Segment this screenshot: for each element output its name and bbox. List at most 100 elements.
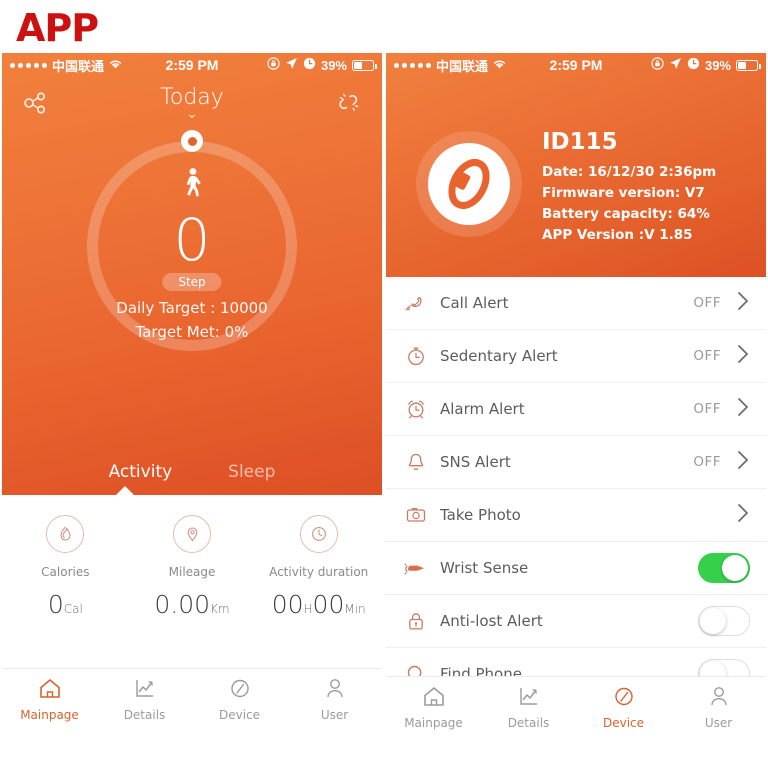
stat-mileage: Mileage 0.00Km bbox=[129, 515, 256, 619]
battery-icon bbox=[736, 59, 761, 71]
signal-dots-icon bbox=[394, 62, 431, 68]
setting-row-wrist-sense[interactable]: Wrist Sense bbox=[386, 542, 766, 595]
tab-sleep[interactable]: Sleep bbox=[228, 462, 275, 482]
setting-label: SNS Alert bbox=[440, 453, 511, 471]
device-app-version: APP Version :V 1.85 bbox=[542, 227, 693, 243]
nav-details[interactable]: Details bbox=[97, 669, 192, 730]
chevron-right-icon[interactable] bbox=[737, 450, 750, 475]
device-firmware: Firmware version: V7 bbox=[542, 185, 705, 201]
compass-icon bbox=[228, 677, 252, 703]
home-icon bbox=[38, 677, 62, 703]
compass-icon bbox=[612, 685, 636, 711]
nav-label-device: Device bbox=[602, 716, 645, 730]
nav-user[interactable]: User bbox=[671, 677, 766, 738]
left-phone-screen: 中国联通 2:59 PM 39% Today ⌄ 0 Step Daily Ta… bbox=[2, 53, 382, 768]
camera-icon bbox=[400, 504, 432, 526]
step-unit-pill: Step bbox=[162, 273, 222, 291]
battery-percent-label: 39% bbox=[320, 57, 347, 73]
wrist-hand-icon bbox=[400, 557, 432, 579]
lock-icon bbox=[400, 610, 432, 632]
activity-hero: 中国联通 2:59 PM 39% Today ⌄ 0 Step Daily Ta… bbox=[2, 53, 382, 496]
setting-value: OFF bbox=[693, 401, 721, 417]
chevron-right-icon[interactable] bbox=[737, 503, 750, 528]
setting-row-alarm-alert[interactable]: Alarm Alert OFF bbox=[386, 383, 766, 436]
nav-details[interactable]: Details bbox=[481, 677, 576, 738]
chart-icon bbox=[517, 685, 541, 711]
pin-icon bbox=[173, 515, 211, 553]
right-phone-screen: 中国联通 2:59 PM 39% ID115 Date: 16/12/30 2:… bbox=[386, 53, 766, 768]
home-icon bbox=[422, 685, 446, 711]
chevron-down-icon[interactable]: ⌄ bbox=[2, 107, 382, 120]
nav-mainpage[interactable]: Mainpage bbox=[2, 669, 97, 730]
carrier-label: 中国联通 bbox=[52, 59, 105, 75]
right-bottom-nav: Mainpage Details Device User bbox=[386, 676, 766, 738]
clock-icon bbox=[299, 515, 338, 553]
tab-activity[interactable]: Activity bbox=[109, 462, 173, 482]
battery-icon bbox=[352, 59, 377, 71]
toggle-wrist-sense[interactable] bbox=[698, 553, 750, 583]
nav-device[interactable]: Device bbox=[192, 669, 287, 730]
location-arrow-icon bbox=[285, 57, 298, 73]
device-info: ID115 Date: 16/12/30 2:36pm Firmware ver… bbox=[542, 129, 716, 246]
device-date: Date: 16/12/30 2:36pm bbox=[542, 164, 717, 180]
setting-label: Anti-lost Alert bbox=[440, 612, 543, 630]
toggle-anti-lost-alert[interactable] bbox=[698, 606, 750, 636]
nav-user[interactable]: User bbox=[287, 669, 382, 730]
activity-stats: Calories 0Cal Mileage 0.00Km Activity du… bbox=[2, 495, 382, 619]
nav-label-user: User bbox=[320, 708, 349, 722]
stopwatch-icon bbox=[400, 345, 432, 367]
page-title: APP bbox=[16, 6, 99, 50]
battery-percent-label: 39% bbox=[704, 57, 731, 73]
setting-label: Sedentary Alert bbox=[440, 347, 558, 365]
daily-target-label: Daily Target : 10000 bbox=[116, 299, 268, 317]
device-avatar bbox=[416, 131, 522, 237]
progress-ring-marker bbox=[181, 130, 203, 152]
setting-row-anti-lost-alert[interactable]: Anti-lost Alert bbox=[386, 595, 766, 648]
stat-activity-duration: Activity duration 00H00Min bbox=[255, 515, 382, 619]
setting-row-call-alert[interactable]: Call Alert OFF bbox=[386, 277, 766, 330]
carrier-label: 中国联通 bbox=[436, 59, 489, 75]
setting-row-take-photo[interactable]: Take Photo bbox=[386, 489, 766, 542]
chevron-right-icon[interactable] bbox=[737, 344, 750, 369]
setting-value: OFF bbox=[693, 454, 721, 470]
alarm-clock-icon bbox=[400, 398, 432, 420]
rotation-lock-icon bbox=[651, 57, 664, 73]
tab-active-indicator bbox=[115, 486, 135, 496]
stat-label-calories: Calories bbox=[41, 565, 90, 579]
stat-label-duration: Activity duration bbox=[269, 565, 369, 579]
nav-label-mainpage: Mainpage bbox=[20, 708, 79, 722]
fitness-band-icon bbox=[428, 143, 510, 225]
nav-device[interactable]: Device bbox=[576, 677, 671, 738]
setting-row-sedentary-alert[interactable]: Sedentary Alert OFF bbox=[386, 330, 766, 383]
chevron-right-icon[interactable] bbox=[737, 397, 750, 422]
setting-label: Call Alert bbox=[440, 294, 509, 312]
activity-sleep-tabs: Activity Sleep bbox=[2, 449, 382, 496]
nav-label-device: Device bbox=[218, 708, 261, 722]
stat-calories: Calories 0Cal bbox=[2, 515, 129, 619]
nav-mainpage[interactable]: Mainpage bbox=[386, 677, 481, 738]
status-bar-left: 中国联通 2:59 PM 39% bbox=[2, 53, 382, 77]
device-settings-list: Call Alert OFF Sedentary Alert OFF Alarm… bbox=[386, 277, 766, 701]
nav-label-user: User bbox=[704, 716, 733, 730]
chart-icon bbox=[133, 677, 157, 703]
setting-label: Wrist Sense bbox=[440, 559, 529, 577]
walking-person-icon bbox=[179, 167, 205, 206]
setting-row-sns-alert[interactable]: SNS Alert OFF bbox=[386, 436, 766, 489]
bell-icon bbox=[400, 451, 432, 473]
target-met-label: Target Met: 0% bbox=[135, 323, 249, 341]
location-arrow-icon bbox=[669, 57, 682, 73]
step-count-value: 0 bbox=[173, 206, 211, 274]
setting-value: OFF bbox=[693, 348, 721, 364]
device-name: ID115 bbox=[542, 129, 618, 155]
setting-label: Alarm Alert bbox=[440, 400, 525, 418]
broken-link-icon[interactable] bbox=[334, 88, 364, 118]
rotation-lock-icon bbox=[267, 57, 280, 73]
wifi-icon bbox=[108, 58, 123, 73]
setting-value: OFF bbox=[693, 295, 721, 311]
stat-value-duration: 00H00Min bbox=[271, 590, 366, 619]
chevron-right-icon[interactable] bbox=[737, 291, 750, 316]
user-icon bbox=[323, 677, 347, 703]
alarm-clock-icon bbox=[687, 57, 700, 73]
left-bottom-nav: Mainpage Details Device User bbox=[2, 668, 382, 730]
device-battery: Battery capacity: 64% bbox=[542, 206, 710, 222]
